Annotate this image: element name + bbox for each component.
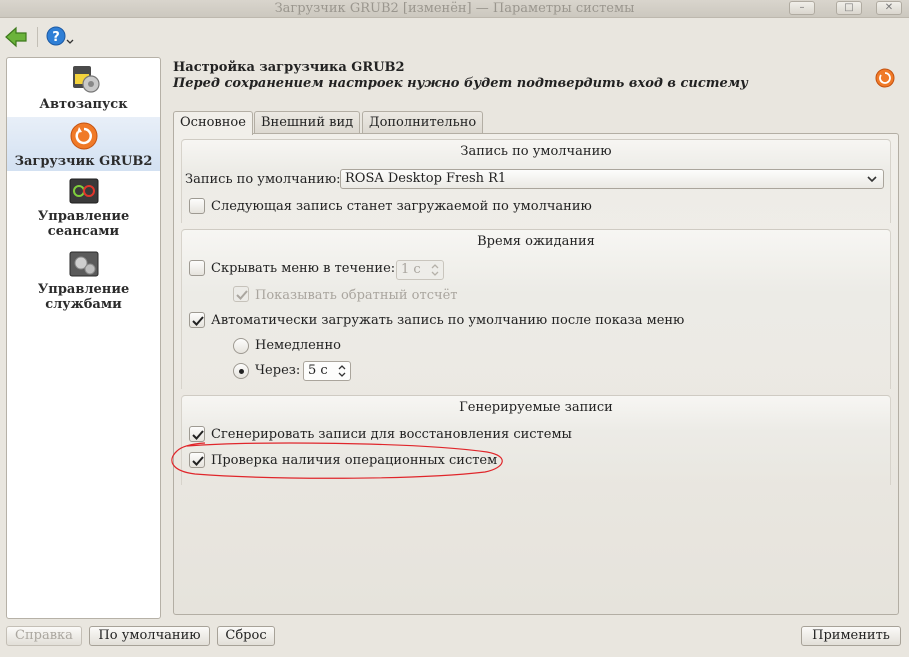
default-entry-select[interactable]: ROSA Desktop Fresh R1 <box>340 169 884 189</box>
spin-arrows-icon <box>338 365 346 377</box>
auto-boot-checkbox[interactable] <box>189 312 205 328</box>
apply-button[interactable]: Применить <box>801 626 901 646</box>
sidebar-item-label-line2: сеансами <box>47 224 120 239</box>
sidebar-item-services[interactable]: Управление службами <box>7 249 160 317</box>
after-value: 5 с <box>308 363 328 378</box>
sidebar-item-label-line1: Управление <box>37 282 130 297</box>
minimize-button[interactable]: – <box>789 1 815 15</box>
group-title: Время ожидания <box>477 234 595 249</box>
tab-panel-basic: Запись по умолчанию Запись по умолчанию:… <box>173 133 899 615</box>
spin-arrows-icon <box>431 264 439 276</box>
close-button[interactable]: ✕ <box>876 1 902 15</box>
immediately-label: Немедленно <box>255 338 341 353</box>
radio-dot <box>239 369 244 374</box>
sidebar-item-autostart[interactable]: Автозапуск <box>7 62 160 116</box>
reset-button[interactable]: Сброс <box>217 626 275 646</box>
page-title: Настройка загрузчика GRUB2 <box>173 60 405 75</box>
countdown-label: Показывать обратный отсчёт <box>255 288 458 303</box>
chevron-down-icon <box>867 176 877 183</box>
default-entry-label: Запись по умолчанию: <box>185 172 341 187</box>
after-radio[interactable] <box>233 363 249 379</box>
window-title: Загрузчик GRUB2 [изменён] — Параметры си… <box>274 1 635 16</box>
page-subtitle: Перед сохранением настроек нужно будет п… <box>173 76 748 91</box>
services-icon <box>69 251 98 277</box>
toolbar: ? <box>0 19 909 55</box>
grub2-icon <box>70 122 97 150</box>
after-label: Через: <box>255 363 301 378</box>
hide-menu-value: 1 с <box>401 262 421 277</box>
help-button[interactable]: Справка <box>6 626 82 646</box>
toolbar-separator <box>37 27 38 47</box>
maximize-button[interactable]: □ <box>836 1 862 15</box>
sidebar-item-sessions[interactable]: Управление сеансами <box>7 176 160 244</box>
annotation-ellipse <box>171 442 503 479</box>
sidebar-item-label-line1: Управление <box>37 209 130 224</box>
defaults-button[interactable]: По умолчанию <box>89 626 210 646</box>
help-icon: ? <box>46 26 74 46</box>
group-title: Запись по умолчанию <box>460 144 612 159</box>
after-spinbox[interactable]: 5 с <box>303 361 351 381</box>
back-button[interactable] <box>4 25 28 49</box>
tab-basic[interactable]: Основное <box>173 111 253 135</box>
sidebar-item-label: Загрузчик GRUB2 <box>14 154 153 169</box>
group-title: Генерируемые записи <box>459 400 613 415</box>
hide-menu-checkbox[interactable] <box>189 260 205 276</box>
back-arrow-icon <box>5 26 27 48</box>
help-menu-button[interactable]: ? <box>46 25 74 49</box>
window-titlebar[interactable]: Загрузчик GRUB2 [изменён] — Параметры си… <box>0 0 909 18</box>
default-entry-value: ROSA Desktop Fresh R1 <box>345 171 507 186</box>
session-icon <box>69 178 98 204</box>
sidebar-item-label: Автозапуск <box>39 97 128 112</box>
grub2-header-icon <box>875 68 895 88</box>
tab-advanced[interactable]: Дополнительно <box>362 111 484 134</box>
next-entry-checkbox[interactable] <box>189 198 205 214</box>
checkmark-icon <box>192 316 204 326</box>
countdown-checkbox[interactable] <box>233 286 249 302</box>
checkmark-icon <box>236 290 248 300</box>
tab-appearance[interactable]: Внешний вид <box>254 111 361 134</box>
svg-text:?: ? <box>52 30 60 45</box>
next-entry-label: Следующая запись станет загружаемой по у… <box>211 199 592 214</box>
sidebar: Автозапуск Загрузчик GRUB2 Управление се… <box>6 57 161 619</box>
auto-boot-label: Автоматически загружать запись по умолча… <box>211 313 685 328</box>
autostart-icon <box>72 66 100 93</box>
sidebar-item-grub2[interactable]: Загрузчик GRUB2 <box>7 117 160 171</box>
hide-menu-spinbox[interactable]: 1 с <box>396 260 444 280</box>
immediately-radio[interactable] <box>233 338 249 354</box>
hide-menu-label: Скрывать меню в течение: <box>211 261 396 276</box>
sidebar-item-label-line2: службами <box>45 297 122 312</box>
